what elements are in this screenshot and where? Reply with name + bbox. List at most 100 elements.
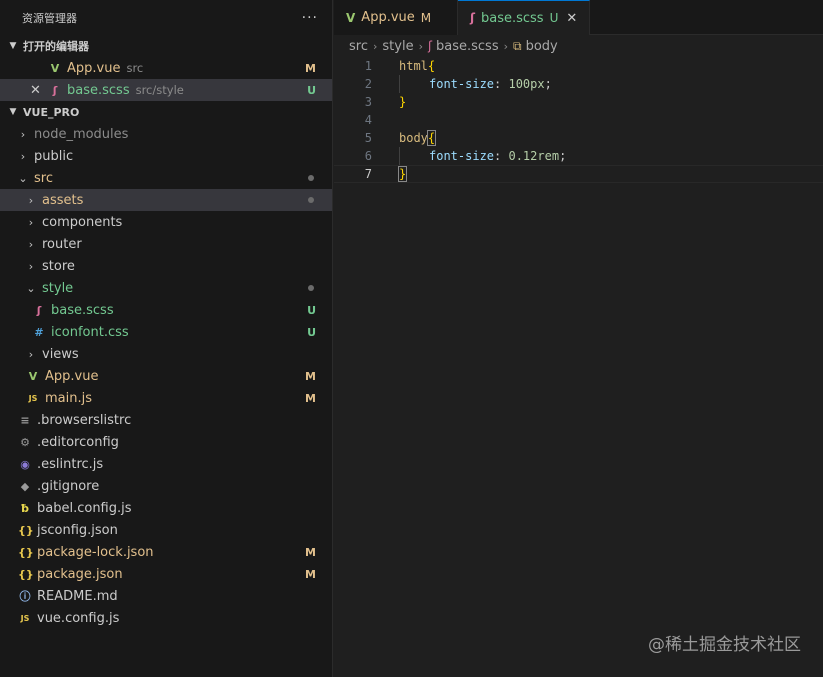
explorer-sidebar: 资源管理器 ··· ▼ 打开的编辑器 V App.vue src M ✕ ʃ b… (0, 0, 333, 677)
tree-label: src (34, 170, 53, 186)
more-actions-icon[interactable]: ··· (302, 10, 318, 26)
open-editor-item-app-vue[interactable]: V App.vue src M (0, 57, 332, 79)
git-status-badge: M (305, 391, 316, 405)
chevron-right-icon: › (28, 215, 34, 229)
explorer-header: 资源管理器 ··· (0, 0, 332, 35)
js-icon: JS (20, 613, 30, 623)
open-editor-label: App.vue (67, 60, 121, 76)
line-text: } (397, 166, 408, 182)
tree-folder-components[interactable]: › components (0, 211, 332, 233)
tree-folder-src[interactable]: ⌄ src (0, 167, 332, 189)
token-colon: : (494, 149, 509, 163)
sass-icon: ʃ (52, 83, 58, 97)
token-brace: } (397, 166, 408, 182)
chevron-right-icon: › (418, 39, 423, 53)
tree-folder-assets[interactable]: › assets (0, 189, 332, 211)
git-status-badge: U (307, 303, 316, 317)
modified-dot-icon (308, 197, 314, 203)
line-number: 6 (364, 149, 372, 163)
line-text: html{ (399, 59, 435, 73)
chevron-down-icon: ▼ (9, 41, 17, 51)
line-number: 2 (364, 77, 372, 91)
line-number: 1 (364, 59, 372, 73)
eslint-icon: ◉ (20, 457, 30, 471)
css-icon: # (34, 325, 44, 339)
tree-folder-public[interactable]: › public (0, 145, 332, 167)
git-status-badge: M (305, 567, 316, 581)
breadcrumb-item-style[interactable]: style (382, 39, 413, 54)
line-text: font-size: 0.12rem; (429, 149, 566, 163)
tab-label: base.scss (480, 10, 544, 26)
tree-file-babel-config[interactable]: ƀ babel.config.js (0, 497, 332, 519)
tree-label: style (42, 280, 74, 296)
close-icon[interactable]: ✕ (566, 11, 577, 26)
open-editors-title: 打开的编辑器 (23, 40, 89, 53)
tree-file-package-json[interactable]: {} package.json M (0, 563, 332, 585)
tree-file-base-scss[interactable]: ʃ base.scss U (0, 299, 332, 321)
explorer-title: 资源管理器 (22, 11, 77, 25)
git-status-badge: U (549, 11, 559, 25)
tree-file-readme[interactable]: ⓘ README.md (0, 585, 332, 607)
gear-icon: ⚙ (20, 435, 30, 449)
token-semicolon: ; (544, 77, 552, 91)
tree-folder-node-modules[interactable]: › node_modules (0, 123, 332, 145)
open-editor-item-base-scss[interactable]: ✕ ʃ base.scss src/style U (0, 79, 332, 101)
vue-icon: V (346, 10, 356, 25)
tree-file-vue-config[interactable]: JS vue.config.js (0, 607, 332, 629)
sass-icon: ʃ (470, 11, 475, 25)
tab-base-scss[interactable]: ʃ base.scss U ✕ (458, 0, 590, 35)
modified-dot-icon (308, 285, 314, 291)
breadcrumb-item-src[interactable]: src (349, 39, 368, 54)
breadcrumb-item-file[interactable]: base.scss (436, 39, 499, 54)
tree-label: package-lock.json (37, 544, 154, 560)
token-selector: html (399, 59, 428, 73)
tree-file-eslintrc[interactable]: ◉ .eslintrc.js (0, 453, 332, 475)
token-value: 100px (508, 77, 545, 91)
tree-file-browserslistrc[interactable]: ≡ .browserslistrc (0, 409, 332, 431)
tree-label: jsconfig.json (37, 522, 118, 538)
editor-area: V App.vue M ʃ base.scss U ✕ src › style … (334, 0, 823, 677)
tree-label: App.vue (45, 368, 99, 384)
tree-label: babel.config.js (37, 500, 132, 516)
token-value: 0.12rem (508, 149, 560, 163)
tab-label: App.vue (361, 10, 415, 25)
git-status-badge: U (307, 325, 316, 339)
tree-file-editorconfig[interactable]: ⚙ .editorconfig (0, 431, 332, 453)
tree-file-jsconfig[interactable]: {} jsconfig.json (0, 519, 332, 541)
tree-label: main.js (45, 390, 92, 406)
lines-icon: ≡ (20, 413, 30, 427)
chevron-down-icon: ▼ (9, 107, 17, 117)
git-status-badge: U (307, 83, 316, 97)
code-line-current: 7 } (334, 165, 823, 183)
code-line: 2 font-size: 100px; (334, 75, 823, 93)
code-line: 3 } (334, 93, 823, 111)
breadcrumb-item-symbol[interactable]: body (526, 39, 558, 54)
open-editor-label: base.scss (67, 82, 130, 98)
tree-label: components (42, 214, 123, 230)
code-editor[interactable]: 1 html{ 2 font-size: 100px; 3 } 4 5 body… (334, 57, 823, 183)
git-status-badge: M (305, 369, 316, 383)
tree-file-package-lock[interactable]: {} package-lock.json M (0, 541, 332, 563)
token-brace: } (399, 95, 407, 109)
json-icon: {} (18, 545, 34, 559)
tree-label: store (42, 258, 75, 274)
tree-file-gitignore[interactable]: ◆ .gitignore (0, 475, 332, 497)
git-icon: ◆ (20, 479, 30, 493)
tree-label: base.scss (51, 302, 114, 318)
vue-icon: V (50, 61, 60, 75)
js-icon: JS (28, 393, 38, 403)
sass-icon: ʃ (36, 303, 42, 317)
tree-folder-store[interactable]: › store (0, 255, 332, 277)
tree-file-app-vue[interactable]: V App.vue M (0, 365, 332, 387)
project-section[interactable]: ▼ VUE_PRO (0, 101, 332, 123)
tree-file-iconfont-css[interactable]: # iconfont.css U (0, 321, 332, 343)
open-editors-section[interactable]: ▼ 打开的编辑器 (0, 35, 332, 57)
tree-label: iconfont.css (51, 324, 129, 340)
tree-folder-views[interactable]: › views (0, 343, 332, 365)
tree-file-main-js[interactable]: JS main.js M (0, 387, 332, 409)
close-icon[interactable]: ✕ (30, 83, 41, 98)
tree-folder-style[interactable]: ⌄ style (0, 277, 332, 299)
tree-folder-router[interactable]: › router (0, 233, 332, 255)
tab-app-vue[interactable]: V App.vue M (334, 0, 458, 35)
token-property: font-size (429, 149, 495, 163)
